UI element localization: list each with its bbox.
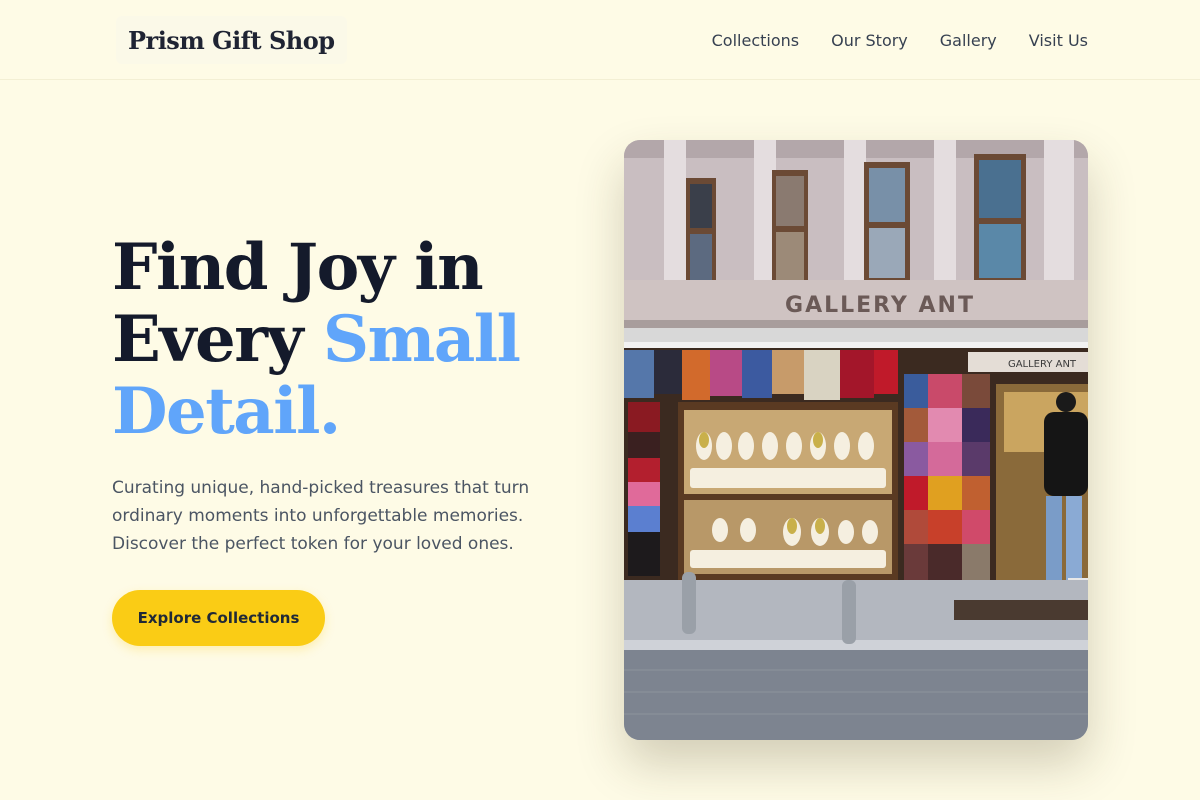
hero-photo: GALLERY ANT GALLERY ANT: [624, 140, 1088, 740]
nav-link-our-story[interactable]: Our Story: [831, 31, 908, 50]
door-sign-text: GALLERY ANT: [1008, 359, 1077, 370]
hero-headline: Find Joy in Every Small Detail.: [112, 232, 582, 448]
shop-sign-text: GALLERY ANT: [785, 293, 975, 318]
nav-link-visit-us[interactable]: Visit Us: [1029, 31, 1088, 50]
storefront-illustration: GALLERY ANT GALLERY ANT: [624, 140, 1088, 740]
logo[interactable]: Prism Gift Shop: [116, 16, 347, 64]
headline-line-2-plain: Every: [112, 302, 323, 377]
doormat: [954, 600, 1088, 620]
headline-line-2-accent: Small: [322, 302, 521, 377]
site-header: Prism Gift Shop Collections Our Story Ga…: [0, 0, 1200, 80]
awning: [624, 328, 1088, 342]
hanging-scarves: [624, 350, 898, 400]
nav-link-collections[interactable]: Collections: [712, 31, 799, 50]
patchwork-scarves: [904, 374, 990, 596]
main-nav: Collections Our Story Gallery Visit Us: [712, 0, 1088, 80]
explore-collections-button[interactable]: Explore Collections: [112, 590, 325, 646]
hero-text: Find Joy in Every Small Detail. Curating…: [112, 232, 582, 646]
headline-line-3-accent: Detail.: [112, 374, 341, 449]
side-scarves: [628, 402, 660, 576]
headline-line-1: Find Joy in: [112, 230, 484, 305]
nav-link-gallery[interactable]: Gallery: [940, 31, 997, 50]
hero-subtext: Curating unique, hand-picked treasures t…: [112, 478, 530, 554]
